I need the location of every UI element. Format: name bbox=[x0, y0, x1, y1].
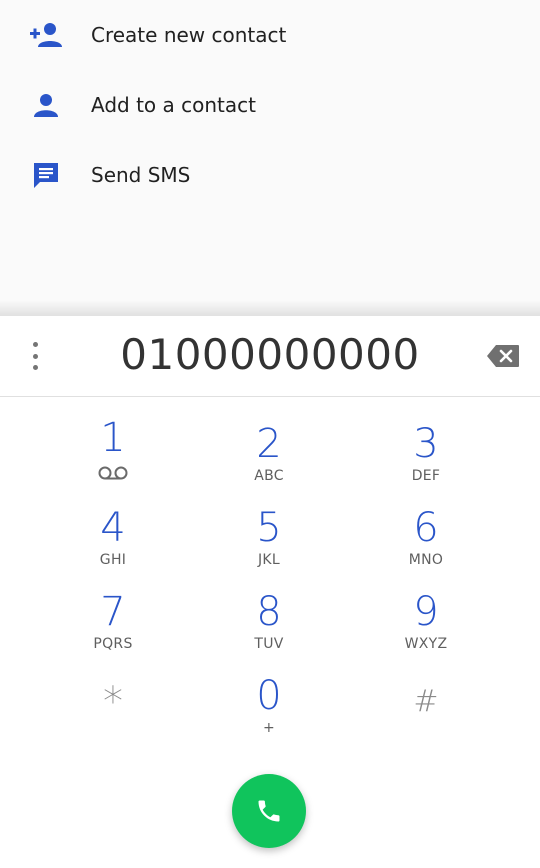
key-letters: MNO bbox=[408, 552, 444, 568]
key-digit: 0 bbox=[256, 673, 282, 719]
add-to-contact-label: Add to a contact bbox=[91, 93, 256, 117]
key-letters: + bbox=[262, 720, 276, 736]
key-3[interactable]: 3 DEF bbox=[356, 422, 496, 502]
message-icon bbox=[29, 158, 63, 192]
divider bbox=[0, 396, 540, 397]
key-digit: 4 bbox=[100, 505, 126, 551]
key-9[interactable]: 9 WXYZ bbox=[356, 590, 496, 670]
key-0[interactable]: 0 + bbox=[199, 674, 339, 754]
key-digit: 7 bbox=[100, 589, 126, 635]
voicemail-icon bbox=[98, 466, 128, 480]
key-letters: PQRS bbox=[93, 636, 133, 652]
key-star[interactable]: * bbox=[43, 680, 183, 760]
key-digit: 2 bbox=[256, 421, 282, 467]
call-button[interactable] bbox=[232, 774, 306, 848]
key-digit: 5 bbox=[256, 505, 282, 551]
key-digit: 1 bbox=[100, 415, 126, 461]
key-6[interactable]: 6 MNO bbox=[356, 506, 496, 586]
key-letters: WXYZ bbox=[404, 636, 448, 652]
key-letters: ABC bbox=[254, 468, 284, 484]
dialpad-panel: 01000000000 1 2 ABC 3 DEF 4 GHI 5 JKL 6 bbox=[0, 316, 540, 868]
key-2[interactable]: 2 ABC bbox=[199, 422, 339, 502]
key-hash[interactable]: # bbox=[356, 680, 496, 760]
key-8[interactable]: 8 TUV bbox=[199, 590, 339, 670]
dialed-number[interactable]: 01000000000 bbox=[0, 330, 540, 379]
key-7[interactable]: 7 PQRS bbox=[43, 590, 183, 670]
digits-row: 01000000000 bbox=[0, 316, 540, 396]
key-letters: TUV bbox=[254, 636, 284, 652]
key-4[interactable]: 4 GHI bbox=[43, 506, 183, 586]
panel-shadow bbox=[0, 300, 540, 316]
key-digit: * bbox=[103, 679, 123, 725]
create-new-contact-label: Create new contact bbox=[91, 23, 287, 47]
send-sms-item[interactable]: Send SMS bbox=[0, 140, 540, 210]
create-new-contact-item[interactable]: Create new contact bbox=[0, 0, 540, 70]
add-to-contact-item[interactable]: Add to a contact bbox=[0, 70, 540, 140]
key-1[interactable]: 1 bbox=[43, 416, 183, 496]
key-letters: GHI bbox=[99, 552, 127, 568]
suggestion-list: Create new contact Add to a contact Send… bbox=[0, 0, 540, 305]
person-add-icon bbox=[29, 18, 63, 52]
send-sms-label: Send SMS bbox=[91, 163, 191, 187]
key-letters: JKL bbox=[257, 552, 280, 568]
key-letters: DEF bbox=[411, 468, 441, 484]
key-digit: 9 bbox=[413, 589, 439, 635]
key-digit: 6 bbox=[413, 505, 439, 551]
key-digit: 3 bbox=[413, 421, 439, 467]
key-5[interactable]: 5 JKL bbox=[199, 506, 339, 586]
person-icon bbox=[29, 88, 63, 122]
key-digit: 8 bbox=[256, 589, 282, 635]
backspace-icon[interactable] bbox=[486, 344, 520, 368]
key-digit: # bbox=[413, 684, 439, 719]
phone-icon bbox=[258, 800, 280, 822]
